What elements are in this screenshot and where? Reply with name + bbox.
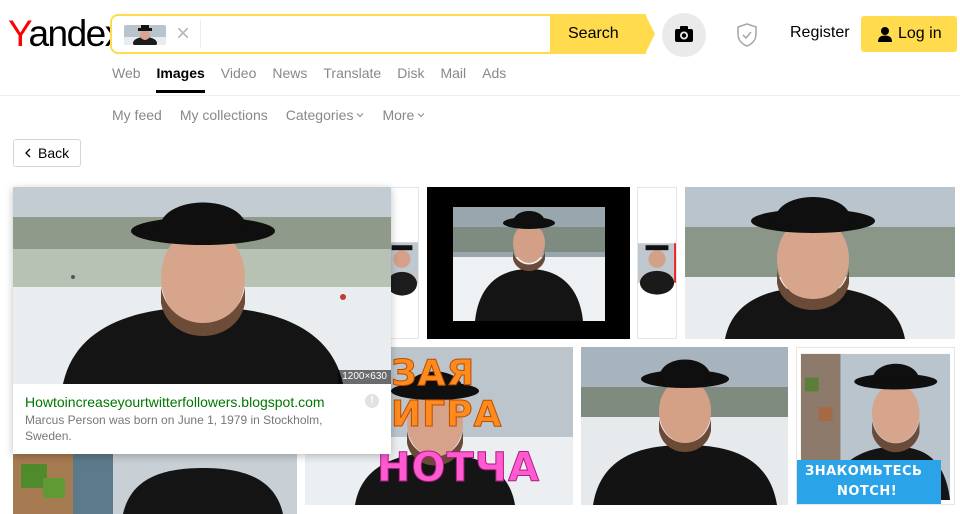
chevron-down-icon [417,113,425,118]
my-collections-label: My collections [179,107,268,123]
meet-notch-line1: ЗНАКОМЬТЕСЬ [805,464,923,479]
register-link[interactable]: Register [790,24,850,42]
back-label: Back [38,145,70,161]
chevron-left-icon [25,148,31,158]
login-button[interactable]: Log in [861,16,957,52]
sub-navigation: My feed My collections Categories More [112,107,443,123]
camera-icon [675,26,693,42]
header-divider [0,95,960,96]
image-description: Marcus Person was born on June 1, 1979 i… [25,413,323,443]
active-tab-underline [156,90,205,93]
meme-bottom-text: НОТЧА [376,445,541,492]
image-preview-card[interactable]: 1200×630 Howtoincreaseyourtwitterfollowe… [13,187,391,454]
search-button-arrow [645,14,655,54]
result-image[interactable] [13,454,297,514]
protection-shield-button[interactable] [734,22,760,48]
image-size-label: 1200×630 [338,370,391,384]
tab-ads[interactable]: Ads [482,65,506,95]
clear-search-icon[interactable]: × [172,21,194,47]
result-image[interactable] [637,187,677,339]
result-image[interactable] [581,347,788,505]
my-feed-link[interactable]: My feed [112,107,162,123]
source-host-link[interactable]: Howtoincreaseyourtwitterfollowers.blogsp… [25,394,325,410]
search-button[interactable]: Search [550,14,646,54]
chevron-down-icon [357,113,364,118]
more-label: More [382,107,415,123]
search-input[interactable]: × [110,14,550,54]
info-icon[interactable]: ! [365,394,379,408]
tab-mail[interactable]: Mail [440,65,466,95]
result-image[interactable] [685,187,955,339]
meme-top-text: ЗАЯ ИГРА [391,353,503,436]
my-feed-label: My feed [112,107,162,123]
tab-disk[interactable]: Disk [397,65,424,95]
query-image-thumbnail[interactable] [124,25,166,45]
search-box: × Search [110,14,655,54]
back-button[interactable]: Back [13,139,81,167]
my-collections-link[interactable]: My collections [180,107,268,123]
tab-video[interactable]: Video [221,65,257,95]
preview-image[interactable] [13,187,391,384]
login-label: Log in [898,25,942,42]
logo-first-letter: Y [8,13,30,54]
tab-web[interactable]: Web [112,65,141,95]
user-icon [878,27,892,42]
tab-translate[interactable]: Translate [323,65,381,95]
camera-search-button[interactable] [662,13,706,57]
result-image[interactable] [427,187,630,339]
field-divider [200,20,201,48]
yandex-logo[interactable]: Yandex [8,12,123,56]
result-image[interactable]: ЗНАКОМЬТЕСЬ NOTCH! [796,347,955,505]
tab-news[interactable]: News [272,65,307,95]
categories-label: Categories [285,107,354,123]
categories-dropdown[interactable]: Categories [286,107,365,123]
meet-notch-line2: NOTCH! [837,484,898,499]
logo-rest: andex [28,13,123,54]
more-dropdown[interactable]: More [382,107,425,123]
shield-check-icon [737,23,757,47]
